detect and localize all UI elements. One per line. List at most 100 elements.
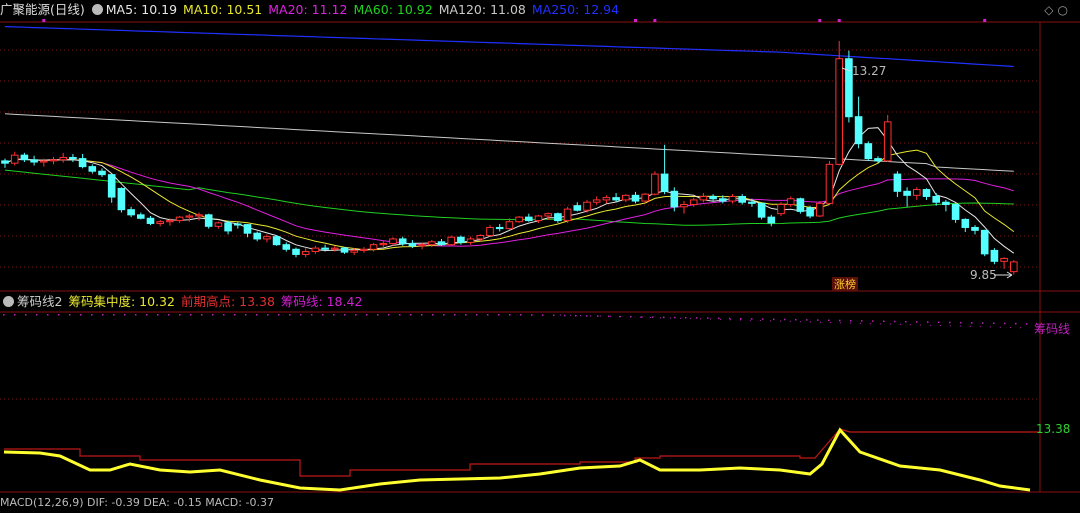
candle-up xyxy=(602,197,611,201)
chip-line-dot xyxy=(498,314,500,316)
candle-up xyxy=(883,121,892,162)
chip-line-dot xyxy=(168,314,170,316)
candle-down xyxy=(30,159,38,163)
candle-down xyxy=(98,170,106,176)
chip-line-dot xyxy=(916,321,918,323)
stock-chart[interactable]: 13.27 9.85 涨榜 筹码线 13.38 xyxy=(0,0,1080,502)
chip-line-dot xyxy=(443,314,445,316)
chip-line-dot xyxy=(729,317,731,320)
candle-up xyxy=(49,159,58,162)
candle-down xyxy=(282,244,291,250)
candle-up xyxy=(777,204,785,215)
chip-line-dot xyxy=(124,314,126,316)
candle-down xyxy=(980,229,989,255)
candle-down xyxy=(525,216,533,222)
candle-down xyxy=(224,222,232,232)
chip-line-dot xyxy=(454,314,456,316)
chip-line-dot xyxy=(564,314,566,317)
chip-line-dot xyxy=(201,314,203,316)
candle-down xyxy=(864,143,873,160)
candle-down xyxy=(457,236,465,243)
chip-line-dot xyxy=(575,314,577,317)
chip-line-dot xyxy=(91,314,93,316)
candle-up xyxy=(680,204,688,208)
chip-line-dot xyxy=(25,314,27,316)
candle-up xyxy=(563,208,572,222)
circle-icon[interactable]: ○ xyxy=(1058,3,1072,17)
chip-line-dot xyxy=(927,321,929,323)
chip-line-dot xyxy=(960,321,962,324)
candle-down xyxy=(903,190,911,196)
candle-down xyxy=(321,247,329,250)
ma-legend-bar: 广聚能源(日线) MA5: 10.19 MA10: 10.51 MA20: 11.12… xyxy=(0,0,631,20)
chip-line-dot xyxy=(157,314,159,316)
chip-line-dot xyxy=(102,314,104,316)
candle-down xyxy=(78,158,87,168)
chip-line-dot xyxy=(113,314,115,316)
chip-indicator-panel xyxy=(0,314,1040,492)
macd-legend: MACD(12,26,9) DIF: -0.39 DEA: -0.15 MACD… xyxy=(0,496,274,509)
candle-up xyxy=(350,249,358,253)
chip-line-dot xyxy=(806,319,808,321)
candle-up xyxy=(428,241,436,246)
ma-legend-item: MA250: 12.94 xyxy=(531,2,620,17)
chip-line-dot xyxy=(278,314,280,316)
candle-up xyxy=(534,215,543,222)
candle-up xyxy=(10,154,19,164)
chip-line-dot xyxy=(80,314,82,316)
candle-down xyxy=(88,166,97,172)
candle-down xyxy=(874,158,882,162)
chip-line-dot xyxy=(1026,323,1028,325)
chip-line-dot xyxy=(542,314,544,316)
chip-line-dot xyxy=(190,314,192,316)
candle-down xyxy=(660,173,669,192)
chip-line-dot xyxy=(476,314,478,316)
chip-line-dot xyxy=(3,314,5,316)
candle-up xyxy=(1010,261,1018,273)
limit-up-tag: 涨榜 xyxy=(834,277,856,291)
chip-line-dot xyxy=(47,314,49,316)
signal-marker xyxy=(818,19,822,22)
chip-line-dot xyxy=(608,315,610,318)
ma250-line xyxy=(4,26,1014,68)
chip-line-value: 筹码线: 18.42 xyxy=(280,294,363,309)
candle-down xyxy=(137,214,145,219)
candle-up xyxy=(505,221,514,230)
candle-up xyxy=(622,194,630,201)
settings-circle-icon[interactable] xyxy=(91,4,103,15)
chip-line-dot xyxy=(883,320,885,323)
candle-up xyxy=(699,195,708,201)
candle-down xyxy=(340,247,349,253)
chip-line-dot xyxy=(267,314,269,316)
ma-legend-item: MA10: 10.51 xyxy=(183,2,263,17)
candle-down xyxy=(951,204,960,220)
candle-up xyxy=(195,214,203,217)
candle-up xyxy=(583,201,591,211)
candle-up xyxy=(835,58,844,165)
candle-up xyxy=(369,244,378,250)
chip-line-dot xyxy=(58,314,60,316)
candle-down xyxy=(719,198,727,202)
chip-concentration: 筹码集中度: 10.32 xyxy=(68,294,175,309)
candle-up xyxy=(59,156,68,161)
diamond-icon[interactable]: ◇ xyxy=(1044,3,1057,17)
candle-up xyxy=(311,247,320,253)
candle-down xyxy=(234,223,242,226)
candle-up xyxy=(214,222,223,227)
chip-line-dot xyxy=(509,314,511,316)
chip-legend-bar: 筹码线2 筹码集中度: 10.32 前期高点: 13.38 筹码线: 18.42 xyxy=(0,292,368,312)
chip-line-dot xyxy=(905,320,907,323)
candle-down xyxy=(272,236,281,246)
candle-down xyxy=(961,218,970,228)
chip-settings-circle-icon[interactable] xyxy=(3,296,14,307)
chip-line-dot xyxy=(300,314,302,316)
chip-line-dot xyxy=(894,320,896,323)
candle-up xyxy=(825,163,834,204)
signal-marker xyxy=(837,19,841,22)
chip-line-dot xyxy=(586,315,588,317)
candle-up xyxy=(515,216,523,223)
candle-down xyxy=(1,160,9,164)
ma5-line xyxy=(4,127,1015,254)
chip-line-dot xyxy=(223,314,225,316)
chip-line-dot xyxy=(311,314,313,316)
